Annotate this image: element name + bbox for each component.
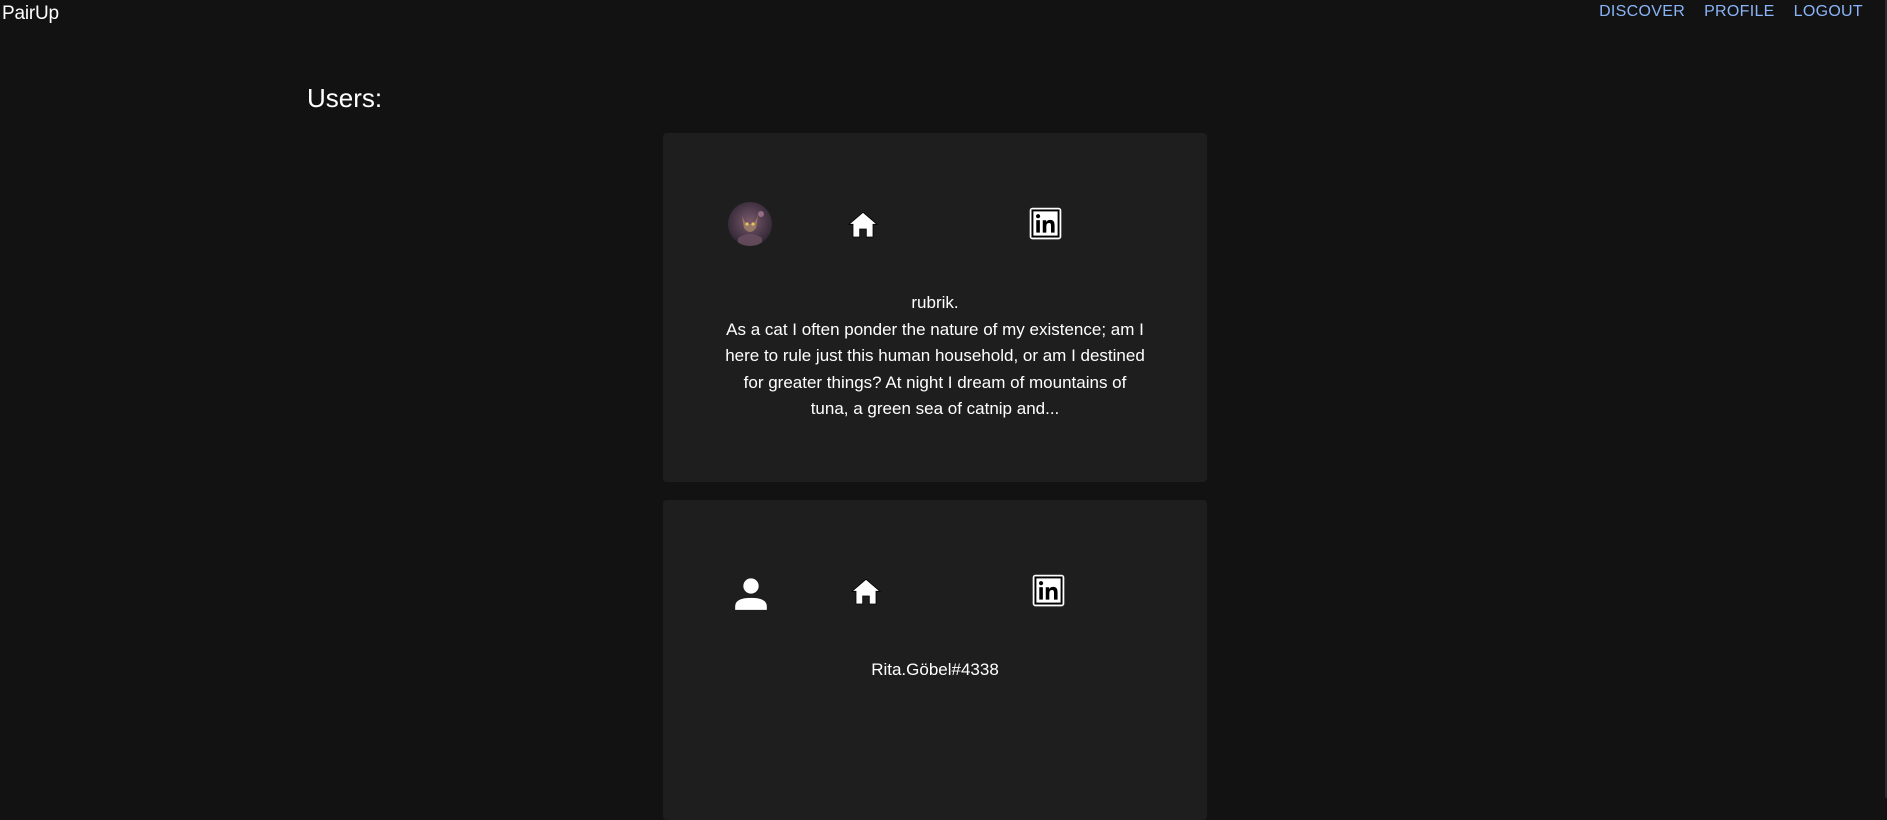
main-nav: DISCOVER PROFILE LOGOUT [1599, 3, 1863, 21]
page-title: Users: [307, 83, 383, 113]
user-card: rubrik. As a cat I often ponder the natu… [663, 133, 1207, 482]
top-app-bar: PairUp DISCOVER PROFILE LOGOUT [0, 0, 1887, 30]
user-avatar[interactable] [728, 202, 772, 246]
user-name: Rita.Göbel#4338 [871, 660, 999, 679]
brand-logo[interactable]: PairUp [2, 3, 59, 25]
person-icon[interactable] [731, 574, 771, 619]
user-card: Rita.Göbel#4338 [663, 500, 1207, 820]
cat-photo-icon [728, 202, 772, 246]
nav-profile-link[interactable]: PROFILE [1704, 3, 1775, 21]
nav-discover-link[interactable]: DISCOVER [1599, 3, 1685, 21]
user-card-text: rubrik. As a cat I often ponder the natu… [723, 290, 1147, 423]
user-card-text: Rita.Göbel#4338 [723, 657, 1147, 684]
nav-logout-link[interactable]: LOGOUT [1794, 3, 1863, 21]
linkedin-icon[interactable] [1029, 207, 1062, 245]
user-card-icon-row [663, 500, 1207, 620]
user-bio: As a cat I often ponder the nature of my… [725, 319, 1145, 419]
user-card-icon-row [663, 133, 1207, 253]
home-icon[interactable] [849, 576, 883, 613]
linkedin-icon[interactable] [1032, 574, 1065, 612]
user-name: rubrik. [911, 293, 959, 312]
home-icon[interactable] [846, 209, 880, 246]
